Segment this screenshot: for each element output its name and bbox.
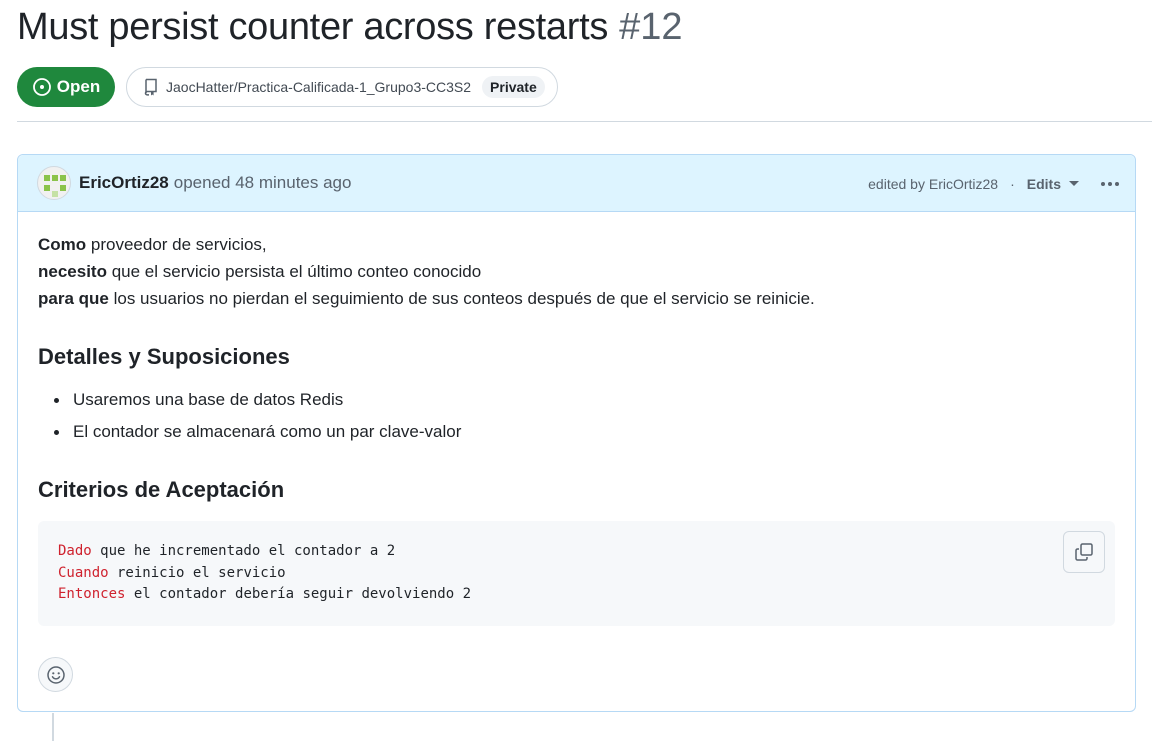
caret-down-icon — [1069, 181, 1079, 186]
comment-header-actions: edited by EricOrtiz28 · Edits — [868, 155, 1119, 212]
dot-separator: · — [1010, 175, 1015, 192]
timeline-connector — [52, 713, 54, 741]
avatar[interactable] — [37, 166, 71, 200]
story-keyword: Como — [38, 235, 87, 254]
edits-label: Edits — [1026, 175, 1061, 192]
details-heading: Detalles y Suposiciones — [38, 344, 290, 369]
code-content: Dado que he incrementado el contador a 2… — [58, 541, 471, 606]
repo-icon — [144, 78, 157, 96]
code-keyword: Cuando — [58, 564, 109, 581]
state-badge-open[interactable]: Open — [17, 67, 115, 107]
copy-button[interactable] — [1063, 531, 1105, 573]
story-line: Como proveedor de servicios, — [38, 231, 1115, 258]
issue-title: Must persist counter across restarts — [17, 6, 609, 48]
copy-icon — [1075, 543, 1093, 561]
add-reaction-button[interactable] — [38, 657, 73, 692]
code-block: Dado que he incrementado el contador a 2… — [38, 521, 1115, 626]
comment-body: Como proveedor de servicios, necesito qu… — [38, 231, 1115, 502]
kebab-icon[interactable] — [1101, 181, 1119, 186]
issue-title-row: Must persist counter across restarts #12 — [17, 6, 682, 49]
issue-number: #12 — [619, 6, 683, 48]
author-link[interactable]: EricOrtiz28 — [79, 173, 169, 193]
story-keyword: necesito — [38, 262, 107, 281]
story-text: que el servicio persista el último conte… — [106, 262, 482, 281]
edits-dropdown[interactable]: Edits — [1027, 176, 1079, 192]
code-line: Dado que he incrementado el contador a 2 — [58, 541, 471, 563]
issue-opened-icon — [32, 78, 51, 96]
details-list: Usaremos una base de datos Redis El cont… — [53, 384, 461, 448]
edited-by-text[interactable]: edited by EricOrtiz28 — [868, 176, 998, 192]
repo-link[interactable]: JaocHatter/Practica-Calificada-1_Grupo3-… — [126, 67, 558, 107]
story-text: proveedor de servicios, — [86, 235, 267, 254]
criteria-heading: Criterios de Aceptación — [38, 477, 285, 502]
opened-timestamp: opened 48 minutes ago — [173, 173, 352, 192]
code-text: el contador debería seguir devolviendo 2 — [125, 586, 472, 602]
list-item: El contador se almacenará como un par cl… — [53, 416, 461, 448]
smiley-icon — [46, 665, 65, 684]
code-keyword: Dado — [58, 543, 92, 559]
list-item: Usaremos una base de datos Redis — [53, 384, 461, 416]
code-text: que he incrementado el contador a 2 — [91, 543, 396, 559]
repo-name: JaocHatter/Practica-Calificada-1_Grupo3-… — [166, 79, 472, 95]
user-story: Como proveedor de servicios, necesito qu… — [38, 231, 1115, 312]
code-line: Cuando reinicio el servicio — [58, 563, 471, 585]
issue-comment: EricOrtiz28 opened 48 minutes ago edited… — [17, 154, 1136, 712]
story-text: los usuarios no pierdan el seguimiento d… — [108, 289, 815, 308]
issue-meta-row: Open JaocHatter/Practica-Calificada-1_Gr… — [17, 67, 558, 107]
story-keyword: para que — [38, 289, 109, 308]
comment-header: EricOrtiz28 opened 48 minutes ago edited… — [18, 155, 1135, 212]
story-line: necesito que el servicio persista el últ… — [38, 258, 1115, 285]
state-label: Open — [56, 77, 101, 96]
header-divider — [17, 121, 1152, 122]
code-keyword: Entonces — [58, 586, 126, 602]
code-line: Entonces el contador debería seguir devo… — [58, 584, 471, 606]
code-text: reinicio el servicio — [108, 564, 286, 581]
story-line: para que los usuarios no pierdan el segu… — [38, 285, 1115, 312]
visibility-badge: Private — [482, 76, 545, 98]
